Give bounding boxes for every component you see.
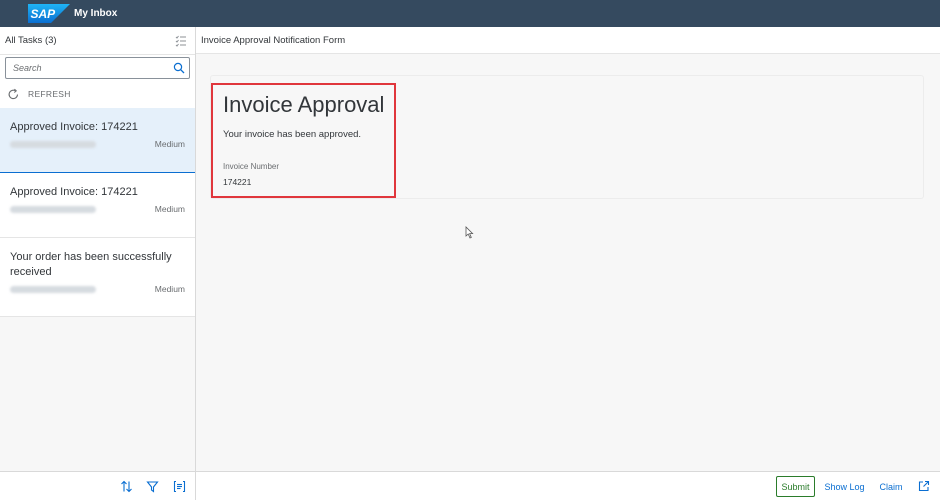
- search-icon[interactable]: [173, 62, 185, 74]
- detail-header: Invoice Approval Notification Form: [196, 27, 940, 54]
- search-area: REFRESH: [0, 55, 195, 110]
- master-pane: All Tasks (3) REFRESH Approved Invoi: [0, 27, 196, 500]
- task-priority: Medium: [154, 139, 185, 149]
- show-log-button[interactable]: Show Log: [822, 476, 867, 497]
- task-item[interactable]: Approved Invoice: 174221 Medium: [0, 173, 195, 238]
- sort-icon[interactable]: [120, 480, 133, 493]
- open-in-new-window-icon[interactable]: [918, 480, 930, 492]
- form-message: Your invoice has been approved.: [223, 129, 362, 140]
- search-input[interactable]: [6, 58, 166, 78]
- task-sender-blurred: [10, 141, 96, 148]
- task-item[interactable]: Approved Invoice: 174221 Medium: [0, 108, 195, 173]
- detail-footer: Submit Show Log Claim: [196, 471, 940, 500]
- group-icon[interactable]: [173, 480, 186, 493]
- filter-icon[interactable]: [146, 480, 159, 493]
- form-heading: Invoice Approval: [223, 92, 385, 117]
- task-priority: Medium: [154, 204, 185, 214]
- refresh-button[interactable]: REFRESH: [0, 82, 195, 108]
- cursor-icon: [465, 226, 474, 239]
- shell-bar: SAP My Inbox: [0, 0, 940, 27]
- task-sender-blurred: [10, 286, 96, 293]
- search-field[interactable]: [5, 57, 190, 79]
- task-sender-blurred: [10, 206, 96, 213]
- refresh-label: REFRESH: [28, 89, 71, 99]
- task-item[interactable]: Your order has been successfully receive…: [0, 238, 195, 317]
- task-title: Approved Invoice: 174221: [10, 121, 138, 133]
- task-title: Your order has been successfully receive…: [10, 251, 172, 278]
- detail-title: Invoice Approval Notification Form: [201, 35, 346, 46]
- invoice-number-label: Invoice Number: [223, 162, 280, 171]
- claim-button[interactable]: Claim: [874, 476, 908, 497]
- master-footer: [0, 471, 195, 500]
- master-header: All Tasks (3): [0, 27, 195, 55]
- all-tasks-title: All Tasks (3): [5, 35, 57, 46]
- task-list: Approved Invoice: 174221 Medium Approved…: [0, 108, 195, 317]
- multi-select-icon[interactable]: [175, 35, 187, 47]
- submit-button[interactable]: Submit: [776, 476, 815, 497]
- task-priority: Medium: [154, 284, 185, 294]
- task-title: Approved Invoice: 174221: [10, 186, 138, 198]
- sap-logo-text: SAP: [31, 7, 57, 21]
- sap-logo[interactable]: SAP: [28, 4, 70, 23]
- refresh-icon: [8, 88, 19, 100]
- app-title: My Inbox: [74, 8, 118, 19]
- invoice-number-value: 174221: [223, 177, 252, 187]
